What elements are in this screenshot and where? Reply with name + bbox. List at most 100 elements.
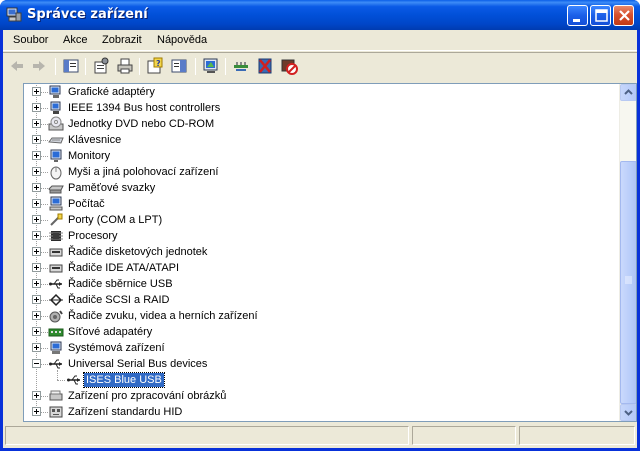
tree-item-label[interactable]: Universal Serial Bus devices xyxy=(66,357,209,371)
expand-toggle[interactable] xyxy=(32,295,41,304)
tree-item-label[interactable]: Počítač xyxy=(66,197,107,211)
expand-toggle[interactable] xyxy=(32,407,41,416)
expand-toggle[interactable] xyxy=(32,151,41,160)
menu-napoveda[interactable]: Nápověda xyxy=(157,34,207,46)
show-action-pane-button[interactable] xyxy=(169,56,189,76)
menu-akce[interactable]: Akce xyxy=(63,34,87,46)
expand-toggle[interactable] xyxy=(32,263,41,272)
scroll-up-button[interactable] xyxy=(620,84,636,101)
tree-child-item[interactable]: ISES Blue USB xyxy=(24,370,604,388)
tree-item-label[interactable]: Zařízení pro zpracování obrázků xyxy=(66,389,228,403)
tree-item-label[interactable]: Systémová zařízení xyxy=(66,341,167,355)
expand-toggle[interactable] xyxy=(32,183,41,192)
uninstall-button[interactable] xyxy=(255,56,275,76)
tree-connector xyxy=(57,370,58,380)
tree-item-label[interactable]: Monitory xyxy=(66,149,112,163)
computer-icon xyxy=(49,196,63,211)
tree-category[interactable]: Paměťové svazky xyxy=(24,180,604,196)
tree-item-label[interactable]: Síťové adapatéry xyxy=(66,325,154,339)
tree-category[interactable]: Grafické adaptéry xyxy=(24,84,604,100)
collapse-toggle[interactable] xyxy=(32,359,41,368)
disable-button[interactable] xyxy=(279,56,299,76)
tree-category[interactable]: Řadiče SCSI a RAID xyxy=(24,292,604,308)
tree-item-label[interactable]: Grafické adaptéry xyxy=(66,85,157,99)
maximize-icon xyxy=(595,9,608,22)
tree-category[interactable]: Řadiče zvuku, videa a herních zařízení xyxy=(24,308,604,324)
print-button[interactable] xyxy=(115,56,135,76)
minimize-button[interactable] xyxy=(567,5,588,26)
tree-category[interactable]: Systémová zařízení xyxy=(24,340,604,356)
vertical-scrollbar[interactable] xyxy=(619,84,636,421)
tree-item-label[interactable]: Myši a jiná polohovací zařízení xyxy=(66,165,220,179)
tree-item-label[interactable]: Jednotky DVD nebo CD-ROM xyxy=(66,117,216,131)
expand-toggle[interactable] xyxy=(32,103,41,112)
expand-toggle[interactable] xyxy=(32,87,41,96)
tree-category[interactable]: Porty (COM a LPT) xyxy=(24,212,604,228)
port-icon xyxy=(50,213,63,226)
tree-connector xyxy=(41,412,48,413)
tree-item-label[interactable]: ISES Blue USB xyxy=(83,372,165,388)
system-device-icon xyxy=(50,341,62,354)
tree-connector xyxy=(41,364,48,365)
tree-category[interactable]: Universal Serial Bus devices xyxy=(24,356,604,372)
title-bar[interactable]: Správce zařízení xyxy=(0,0,640,30)
maximize-button[interactable] xyxy=(590,5,611,26)
expand-toggle[interactable] xyxy=(32,215,41,224)
tree-item-label[interactable]: Řadiče SCSI a RAID xyxy=(66,293,171,307)
tree-item-label[interactable]: Řadiče zvuku, videa a herních zařízení xyxy=(66,309,260,323)
expand-toggle[interactable] xyxy=(32,247,41,256)
tree-category[interactable]: Zařízení pro zpracování obrázků xyxy=(24,388,604,404)
scroll-thumb[interactable] xyxy=(620,161,636,404)
plus-icon xyxy=(36,185,37,190)
tree-category[interactable]: Procesory xyxy=(24,228,604,244)
tree-item-label[interactable]: IEEE 1394 Bus host controllers xyxy=(66,101,222,115)
tree-category[interactable]: Klávesnice xyxy=(24,132,604,148)
expand-toggle[interactable] xyxy=(32,279,41,288)
tree-category[interactable]: Monitory xyxy=(24,148,604,164)
tree-category[interactable]: Řadiče IDE ATA/ATAPI xyxy=(24,260,604,276)
forward-button[interactable] xyxy=(29,56,49,76)
scan-hardware-button[interactable] xyxy=(201,56,221,76)
menu-zobrazit[interactable]: Zobrazit xyxy=(102,34,142,46)
tree-category[interactable]: Počítač xyxy=(24,196,604,212)
tree-category[interactable]: IEEE 1394 Bus host controllers xyxy=(24,100,604,116)
expand-toggle[interactable] xyxy=(32,119,41,128)
device-tree[interactable]: Grafické adaptéry IEEE 1394 Bus host cont… xyxy=(23,83,637,422)
tree-item-label[interactable]: Řadiče disketových jednotek xyxy=(66,245,209,259)
window-title: Správce zařízení xyxy=(27,7,148,22)
tree-item-label[interactable]: Zařízení standardu HID xyxy=(66,405,184,419)
tree-category[interactable]: Myši a jiná polohovací zařízení xyxy=(24,164,604,180)
expand-toggle[interactable] xyxy=(32,311,41,320)
tree-item-label[interactable]: Procesory xyxy=(66,229,120,243)
tree-item-label[interactable]: Řadiče IDE ATA/ATAPI xyxy=(66,261,181,275)
tree-item-label[interactable]: Paměťové svazky xyxy=(66,181,157,195)
expand-toggle[interactable] xyxy=(32,327,41,336)
back-button[interactable] xyxy=(7,56,27,76)
expand-toggle[interactable] xyxy=(32,391,41,400)
close-button[interactable] xyxy=(613,5,634,26)
tree-connector xyxy=(41,284,48,285)
expand-toggle[interactable] xyxy=(32,199,41,208)
menu-soubor[interactable]: Soubor xyxy=(13,34,48,46)
expand-toggle[interactable] xyxy=(32,231,41,240)
scroll-down-button[interactable] xyxy=(620,404,636,421)
tree-category[interactable]: Řadiče sběrnice USB xyxy=(24,276,604,292)
tree-item-label[interactable]: Porty (COM a LPT) xyxy=(66,213,164,227)
properties-button[interactable] xyxy=(91,56,111,76)
tree-item-label[interactable]: Řadiče sběrnice USB xyxy=(66,277,175,291)
tree-category[interactable]: Řadiče disketových jednotek xyxy=(24,244,604,260)
tree-category[interactable]: Jednotky DVD nebo CD-ROM xyxy=(24,116,604,132)
cdrom-icon xyxy=(48,116,64,131)
help-button[interactable]: ? xyxy=(145,56,165,76)
tree-category[interactable]: Zařízení standardu HID xyxy=(24,404,604,420)
show-hide-console-tree-button[interactable] xyxy=(61,56,81,76)
plus-icon xyxy=(36,313,37,318)
expand-toggle[interactable] xyxy=(32,343,41,352)
tree-connector xyxy=(41,236,48,237)
tree-category[interactable]: Síťové adapatéry xyxy=(24,324,604,340)
expand-toggle[interactable] xyxy=(32,135,41,144)
update-driver-button[interactable] xyxy=(231,56,251,76)
expand-toggle[interactable] xyxy=(32,167,41,176)
storage-volume-icon xyxy=(48,185,64,194)
tree-item-label[interactable]: Klávesnice xyxy=(66,133,123,147)
